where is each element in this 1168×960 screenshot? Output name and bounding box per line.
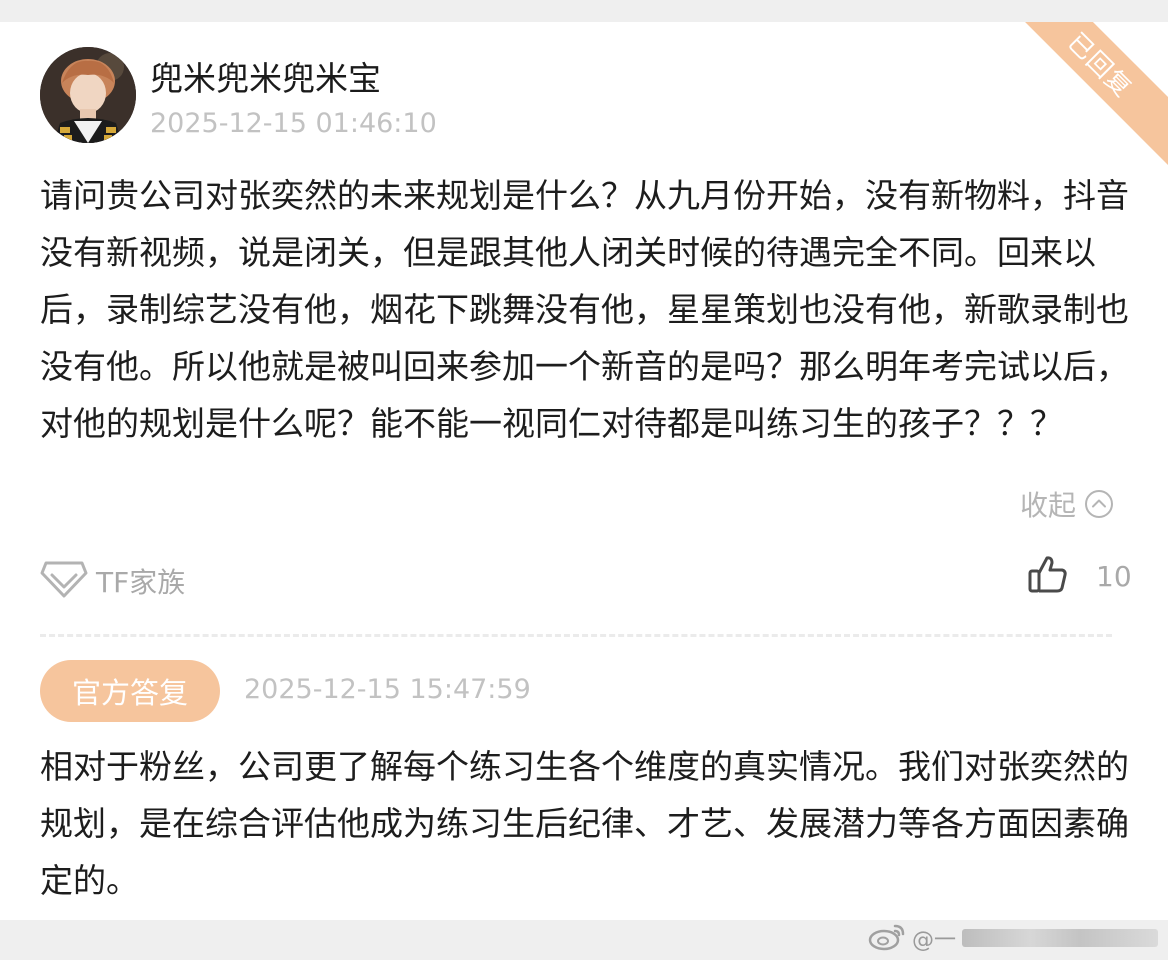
post-timestamp: 2025-12-15 01:46:10 — [150, 108, 437, 139]
like-count: 10 — [1096, 559, 1132, 593]
weibo-logo-icon — [868, 921, 908, 955]
username[interactable]: 兜米兜米兜米宝 — [150, 52, 381, 100]
replied-ribbon-label: 已回复 — [1062, 27, 1138, 103]
like-button[interactable]: 10 — [1028, 555, 1132, 597]
watermark-blurred-name — [962, 929, 1158, 947]
thumbs-up-icon — [1028, 555, 1068, 597]
official-reply-badge: 官方答复 — [40, 660, 220, 722]
avatar[interactable] — [40, 47, 136, 143]
topic-tag[interactable]: TF家族 — [40, 559, 185, 603]
reply-timestamp: 2025-12-15 15:47:59 — [244, 674, 531, 705]
avatar-image — [40, 47, 136, 143]
official-reply-text: 相对于粉丝，公司更了解每个练习生各个维度的真实情况。我们对张奕然的规划，是在综合… — [40, 747, 1129, 900]
collapse-button[interactable]: 收起 — [1020, 484, 1114, 524]
question-text: 请问贵公司对张奕然的未来规划是什么？从九月份开始，没有新物料，抖音没有新视频，说… — [40, 176, 1129, 443]
collapse-label: 收起 — [1020, 489, 1077, 522]
diamond-tag-icon — [40, 559, 88, 603]
chevron-up-circle-icon — [1084, 489, 1114, 519]
question-card: 兜米兜米兜米宝 2025-12-15 01:46:10 已回复 请问贵公司对张奕… — [0, 22, 1168, 920]
replied-ribbon: 已回复 — [995, 22, 1168, 170]
watermark: @一 — [868, 920, 1158, 956]
topic-tag-label: TF家族 — [96, 566, 186, 599]
divider — [40, 634, 1112, 637]
watermark-text: @一 — [912, 928, 957, 953]
